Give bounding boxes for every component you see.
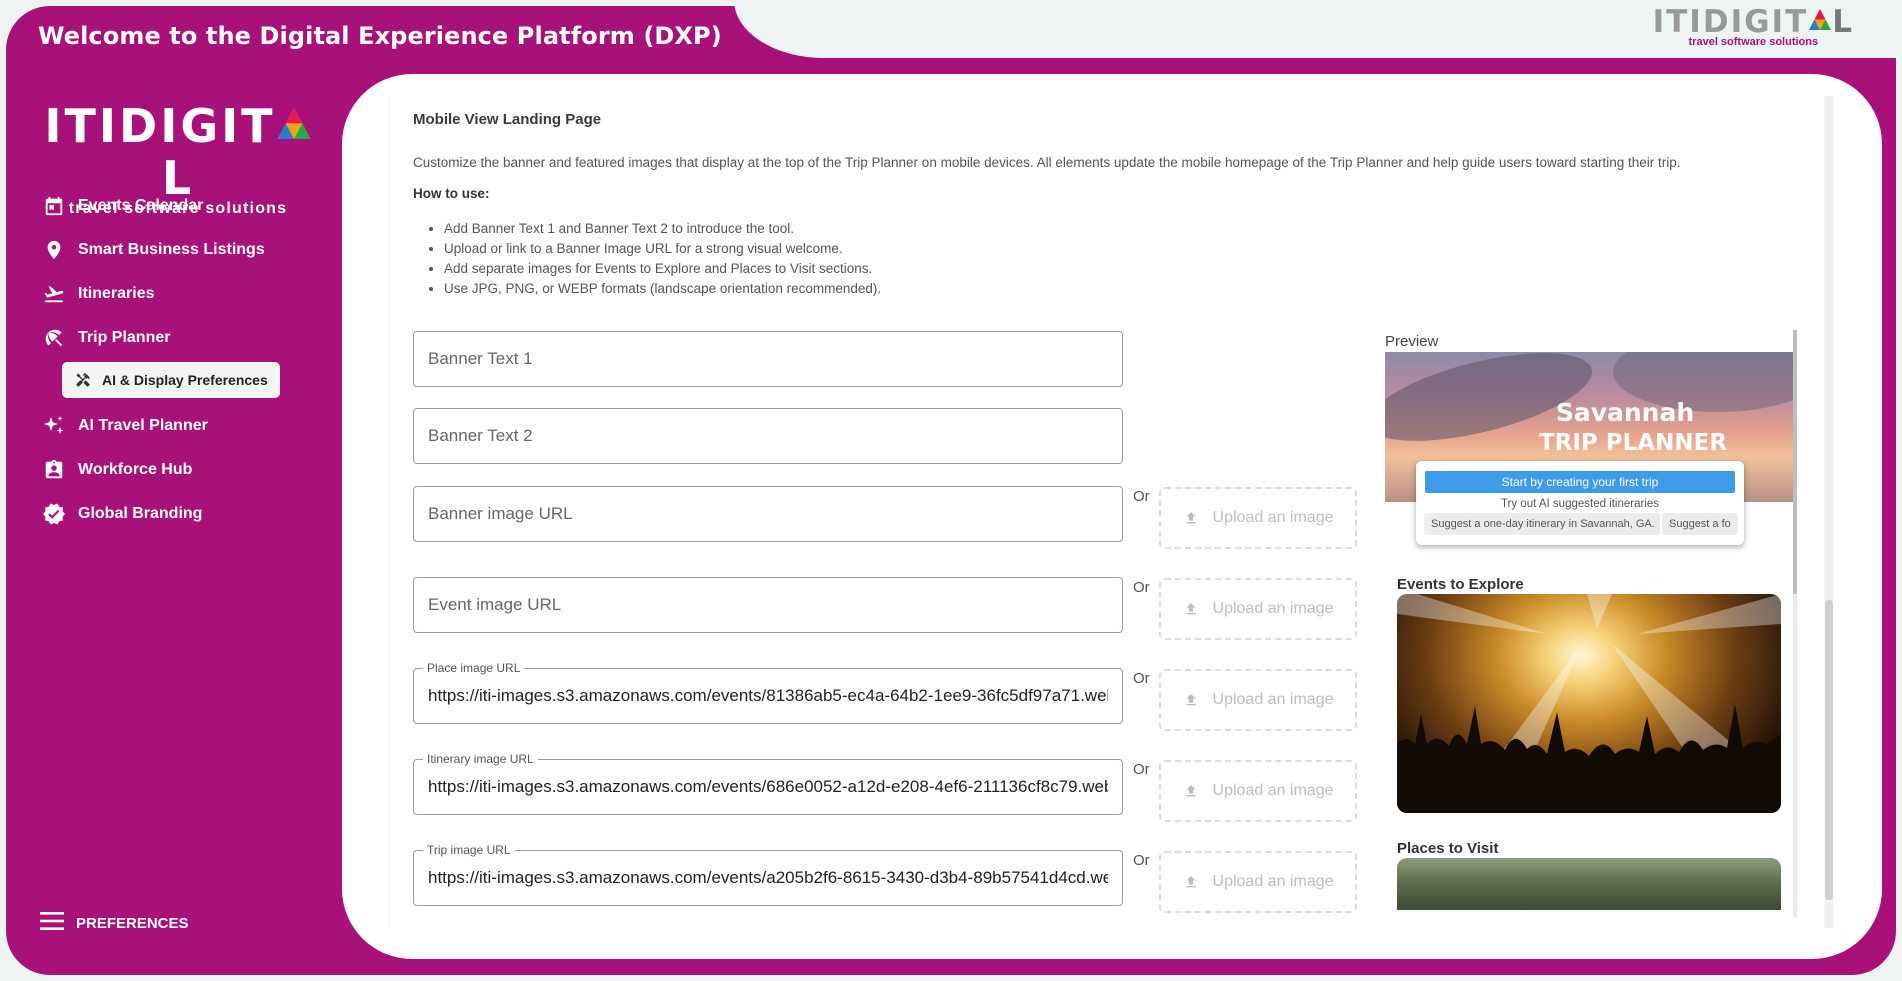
itinerary-image-url-input[interactable] <box>414 760 1122 814</box>
preview-banner-text-1: Savannah <box>1555 398 1695 427</box>
preview-cta-card: Start by creating your first trip Try ou… <box>1416 461 1744 545</box>
or-label: Or <box>1133 761 1150 778</box>
sidebar-nav: Events Calendar Smart Business Listings … <box>40 184 340 536</box>
or-label: Or <box>1133 579 1150 596</box>
banner-text-1-input[interactable] <box>414 332 1122 386</box>
itinerary-image-url-field: Itinerary image URL <box>413 752 1123 815</box>
airplane-takeoff-icon <box>40 280 68 308</box>
how-to-list: Add Banner Text 1 and Banner Text 2 to i… <box>430 219 881 299</box>
preview-ai-hint: Try out AI suggested itineraries <box>1500 498 1660 510</box>
list-item: Use JPG, PNG, or WEBP formats (landscape… <box>444 279 881 299</box>
sidebar-item-events-calendar[interactable]: Events Calendar <box>40 184 340 228</box>
banner-image-url-field <box>413 486 1123 542</box>
trip-image-url-input[interactable] <box>414 851 1122 905</box>
list-item: Add Banner Text 1 and Banner Text 2 to i… <box>444 219 881 239</box>
events-to-explore-title: Events to Explore <box>1397 576 1524 593</box>
calendar-icon <box>40 192 68 220</box>
upload-place-image-button[interactable]: Upload an image <box>1159 669 1357 731</box>
preview-scrollbar-thumb[interactable] <box>1793 330 1797 594</box>
upload-event-image-button[interactable]: Upload an image <box>1159 578 1357 640</box>
list-item: Upload or link to a Banner Image URL for… <box>444 239 881 259</box>
verified-badge-icon <box>40 500 68 528</box>
location-pin-icon <box>40 236 68 264</box>
place-image-url-label: Place image URL <box>423 661 525 675</box>
suggestion-chip[interactable]: Suggest a fo <box>1662 513 1738 535</box>
preview-label: Preview <box>1385 333 1439 350</box>
app-title: Welcome to the Digital Experience Platfo… <box>38 22 722 50</box>
banner-text-2-field <box>413 408 1123 464</box>
suggestion-chip[interactable]: Suggest a one-day itinerary in Savannah,… <box>1424 513 1660 535</box>
section-title: Mobile View Landing Page <box>413 111 602 128</box>
or-label: Or <box>1133 852 1150 869</box>
upload-banner-image-button[interactable]: Upload an image <box>1159 487 1357 549</box>
list-item: Add separate images for Events to Explor… <box>444 259 881 279</box>
place-image-url-field: Place image URL <box>413 661 1123 724</box>
brand-logo-top: ITIDIGIT L travel software solutions <box>1652 4 1854 48</box>
places-preview-image <box>1397 858 1781 910</box>
upload-icon <box>1183 692 1199 708</box>
sidebar-subitem-ai-display-preferences[interactable]: AI & Display Preferences <box>62 362 280 398</box>
upload-icon <box>1183 783 1199 799</box>
banner-text-2-input[interactable] <box>414 409 1122 463</box>
menu-icon <box>40 910 64 936</box>
upload-itinerary-image-button[interactable]: Upload an image <box>1159 760 1357 822</box>
trip-image-url-field: Trip image URL <box>413 843 1123 906</box>
logo-triangle-icon <box>277 107 311 139</box>
logo-triangle-icon <box>1809 9 1832 30</box>
tools-icon <box>72 369 94 391</box>
banner-text-1-field <box>413 331 1123 387</box>
sidebar-item-itineraries[interactable]: Itineraries <box>40 272 340 316</box>
preferences-button[interactable]: PREFERENCES <box>40 910 189 936</box>
trip-image-url-label: Trip image URL <box>423 843 515 857</box>
or-label: Or <box>1133 488 1150 505</box>
upload-icon <box>1183 874 1199 890</box>
how-to-title: How to use: <box>413 186 490 201</box>
event-image-url-field <box>413 577 1123 633</box>
itinerary-image-url-label: Itinerary image URL <box>423 752 538 766</box>
place-image-url-input[interactable] <box>414 669 1122 723</box>
places-to-visit-title: Places to Visit <box>1397 840 1499 857</box>
sidebar-item-workforce-hub[interactable]: Workforce Hub <box>40 448 340 492</box>
upload-icon <box>1183 601 1199 617</box>
upload-trip-image-button[interactable]: Upload an image <box>1159 851 1357 913</box>
upload-icon <box>1183 510 1199 526</box>
sidebar-item-global-branding[interactable]: Global Branding <box>40 492 340 536</box>
preview-cta-button[interactable]: Start by creating your first trip <box>1425 471 1735 493</box>
banner-image-url-input[interactable] <box>414 487 1122 541</box>
section-description: Customize the banner and featured images… <box>413 155 1681 170</box>
beach-umbrella-icon <box>40 324 68 352</box>
sparkle-icon <box>40 412 68 440</box>
sidebar-item-ai-travel-planner[interactable]: AI Travel Planner <box>40 404 340 448</box>
preview-banner-text-2: TRIP PLANNER <box>1538 430 1728 456</box>
sidebar-item-smart-business-listings[interactable]: Smart Business Listings <box>40 228 340 272</box>
sidebar-item-trip-planner[interactable]: Trip Planner <box>40 316 340 360</box>
content-scrollbar-thumb[interactable] <box>1825 600 1833 900</box>
events-preview-image <box>1397 594 1781 813</box>
or-label: Or <box>1133 670 1150 687</box>
badge-icon <box>40 456 68 484</box>
event-image-url-input[interactable] <box>414 578 1122 632</box>
